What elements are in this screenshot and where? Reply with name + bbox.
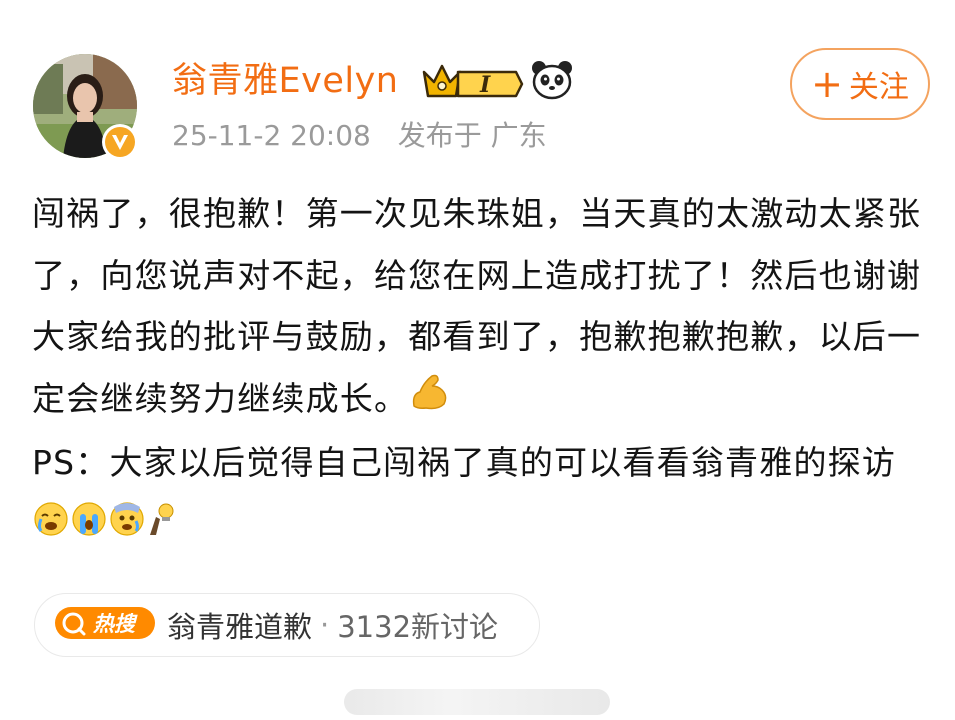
panda-icon[interactable] — [530, 58, 574, 106]
location: 发布于 广东 — [397, 119, 547, 152]
hot-search-icon-text: 热搜 — [92, 612, 138, 636]
level-text: I — [479, 72, 491, 98]
username[interactable]: 翁青雅Evelyn — [172, 58, 398, 104]
follow-button[interactable]: + 关注 — [790, 48, 930, 120]
post-text-1: 闯祸了，很抱歉！第一次见朱珠姐，当天真的太激动太紧张了，向您说声对不起，给您在网… — [32, 194, 922, 418]
post-content: 闯祸了，很抱歉！第一次见朱珠姐，当天真的太激动太紧张了，向您说声对不起，给您在网… — [32, 183, 932, 557]
follow-label: 关注 — [848, 70, 909, 105]
sobbing-emoji-icon — [70, 495, 108, 557]
plus-icon: + — [811, 62, 843, 106]
post-meta: 25-11-2 20:08 发布于 广东 — [172, 116, 565, 156]
post-paragraph-2: PS：大家以后觉得自己闯祸了真的可以看看翁青雅的探访 — [32, 432, 932, 557]
hot-topic: 翁青雅道歉 — [167, 610, 313, 644]
hot-search-icon: 热搜 — [53, 603, 157, 647]
post-paragraph-1: 闯祸了，很抱歉！第一次见朱珠姐，当天真的太激动太紧张了，向您说声对不起，给您在网… — [32, 183, 932, 432]
timestamp: 25-11-2 20:08 — [172, 119, 371, 152]
scared-emoji-icon — [108, 495, 146, 557]
crying-emoji-icon — [32, 495, 70, 557]
verified-badge-icon — [102, 124, 138, 160]
post-text-2: PS：大家以后觉得自己闯祸了真的可以看看翁青雅的探访 — [32, 442, 897, 482]
lightbulb-emoji-icon — [146, 495, 176, 557]
hot-separator: · — [320, 608, 330, 642]
horizontal-scrollbar[interactable] — [344, 689, 610, 715]
crown-level-icon[interactable]: I — [420, 58, 524, 106]
hot-discussion-count: 3132新讨论 — [337, 610, 499, 644]
muscle-emoji-icon — [408, 368, 452, 432]
hot-search-tag[interactable]: 热搜 翁青雅道歉 · 3132新讨论 — [34, 593, 540, 657]
